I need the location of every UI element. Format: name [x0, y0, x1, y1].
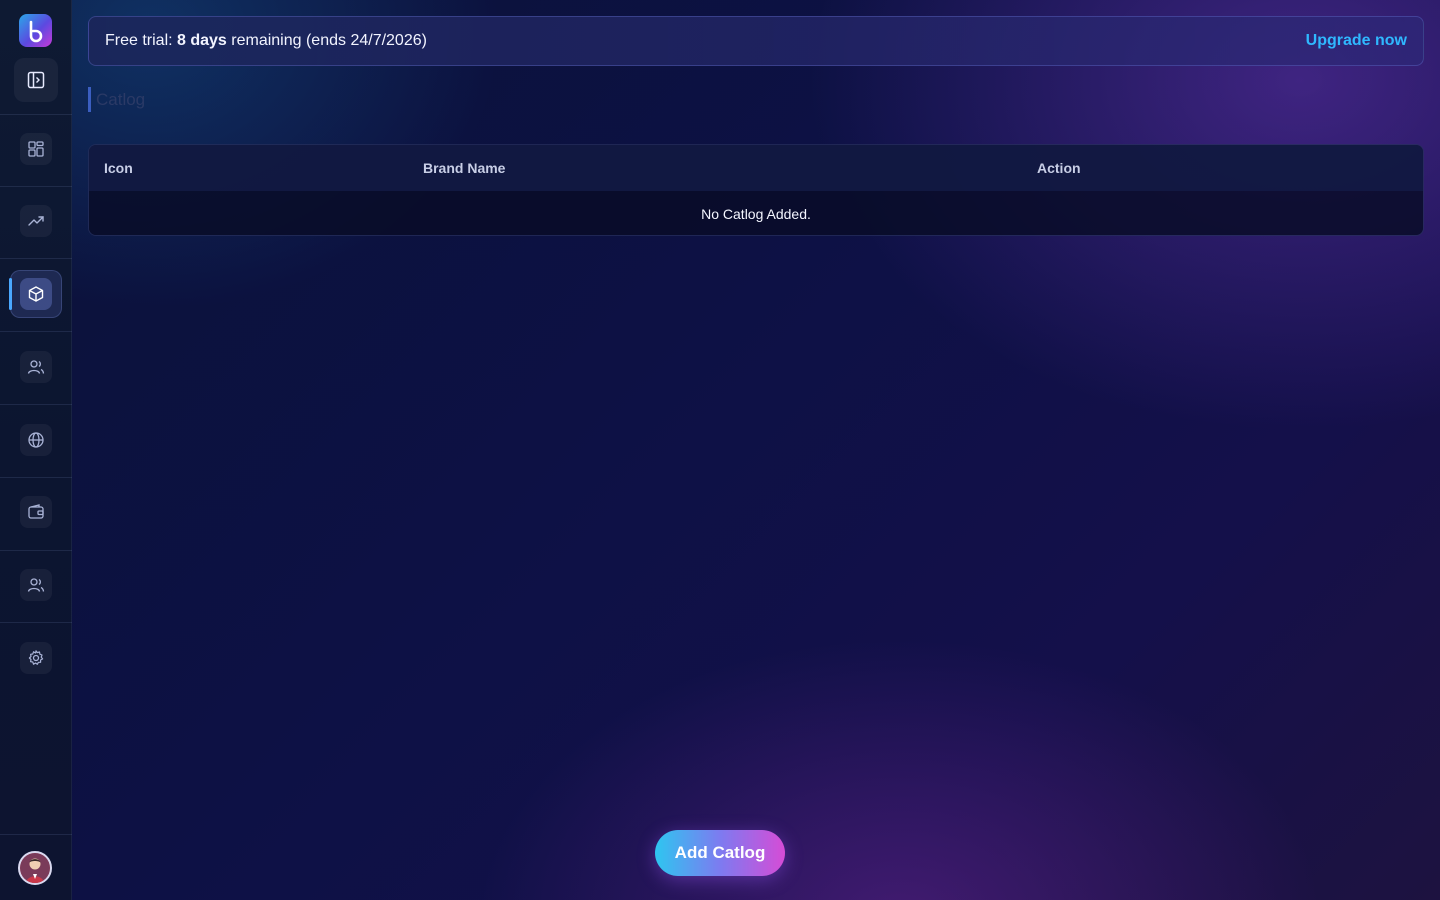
- trial-banner: Free trial: 8 days remaining (ends 24/7/…: [88, 16, 1424, 66]
- sidebar-divider: [0, 404, 72, 405]
- globe-icon: [28, 432, 44, 448]
- team-icon: [27, 578, 45, 592]
- user-avatar[interactable]: [18, 851, 52, 885]
- wallet-icon: [28, 504, 44, 519]
- users-icon: [27, 360, 45, 374]
- app-logo[interactable]: [19, 14, 52, 47]
- sidebar-item-team[interactable]: [20, 569, 52, 601]
- active-indicator: [9, 278, 12, 310]
- panel-toggle-icon: [27, 71, 45, 89]
- sidebar-divider: [0, 258, 72, 259]
- column-header-action: Action: [1037, 160, 1081, 176]
- sidebar-divider: [0, 186, 72, 187]
- logo-icon: [29, 20, 42, 42]
- sidebar-item-analytics[interactable]: [20, 205, 52, 237]
- settings-icon: [28, 650, 44, 665]
- sidebar-divider: [0, 622, 72, 623]
- table-header: Icon Brand Name Action: [89, 145, 1423, 191]
- column-header-brand-name: Brand Name: [423, 160, 506, 176]
- dashboard-icon: [28, 141, 44, 157]
- catalog-table: Icon Brand Name Action No Catlog Added.: [88, 144, 1424, 236]
- sidebar-divider: [0, 477, 72, 478]
- trial-prefix: Free trial:: [105, 32, 178, 49]
- sidebar-item-settings[interactable]: [20, 642, 52, 674]
- sidebar-item-users[interactable]: [20, 351, 52, 383]
- add-catalog-button[interactable]: Add Catlog: [655, 830, 785, 876]
- sidebar-item-catalog[interactable]: [20, 278, 52, 310]
- trial-suffix: remaining (ends 24/7/2026): [226, 32, 427, 49]
- sidebar-item-globe[interactable]: [20, 424, 52, 456]
- trending-up-icon: [28, 216, 44, 226]
- box-icon: [28, 286, 44, 302]
- sidebar-divider: [0, 550, 72, 551]
- sidebar-item-wallet[interactable]: [20, 496, 52, 528]
- sidebar-divider: [0, 114, 72, 115]
- avatar-icon: [20, 853, 50, 883]
- empty-state-message: No Catlog Added.: [701, 205, 811, 222]
- sidebar-toggle-button[interactable]: [14, 58, 58, 102]
- upgrade-now-link[interactable]: Upgrade now: [1306, 32, 1407, 50]
- trial-days: 8 days: [177, 32, 227, 49]
- sidebar-item-dashboard[interactable]: [20, 133, 52, 165]
- sidebar-divider: [0, 331, 72, 332]
- column-header-icon: Icon: [104, 160, 133, 176]
- sidebar-divider: [0, 834, 72, 835]
- page-title: Catlog: [88, 87, 145, 112]
- trial-message: Free trial: 8 days remaining (ends 24/7/…: [105, 32, 427, 50]
- table-body: No Catlog Added.: [89, 191, 1423, 235]
- sidebar: [0, 0, 72, 900]
